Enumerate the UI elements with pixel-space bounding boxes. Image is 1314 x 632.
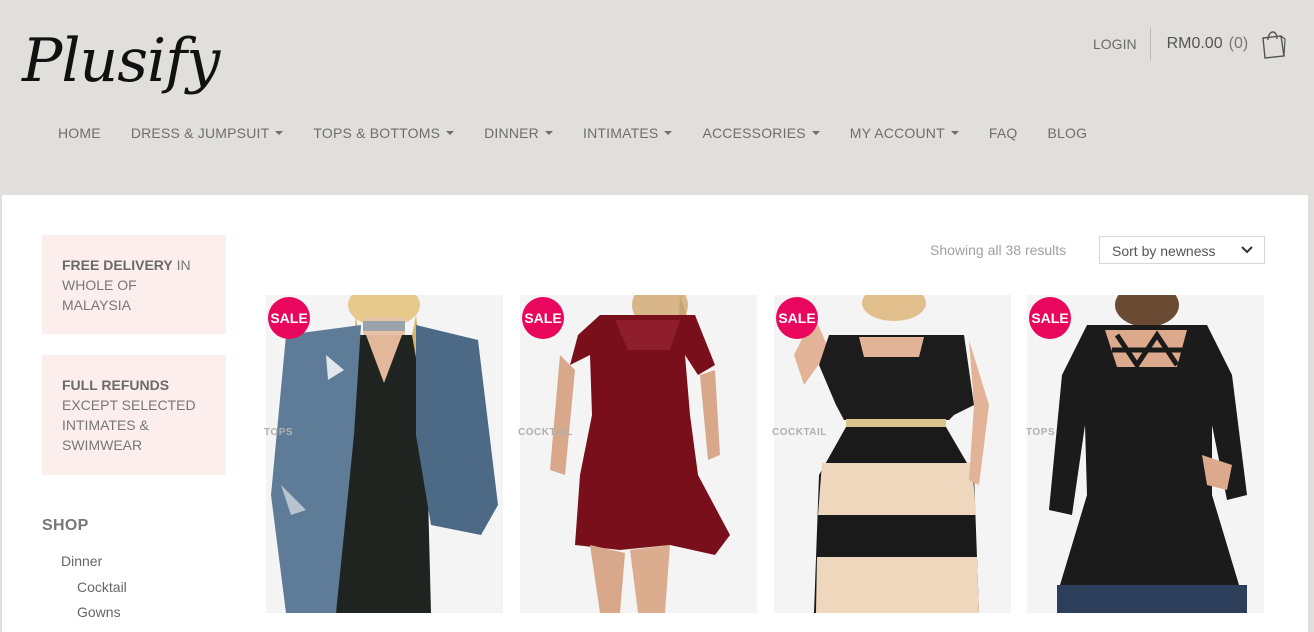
nav-home[interactable]: HOME <box>43 122 116 144</box>
cart-count: (0) <box>1228 35 1249 52</box>
product-image <box>266 295 503 613</box>
product-image <box>520 295 757 613</box>
promo-full-refunds: FULL REFUNDS EXCEPT SELECTED INTIMATES &… <box>42 355 226 475</box>
login-link[interactable]: LOGIN <box>1080 28 1151 60</box>
sale-badge: SALE <box>268 297 310 339</box>
product-category-label[interactable]: TOPS <box>264 427 293 438</box>
nav-label: BLOG <box>1047 125 1088 141</box>
chevron-down-icon <box>1241 246 1253 254</box>
nav-accessories[interactable]: ACCESSORIES <box>687 122 834 144</box>
promo-bold: FREE DELIVERY <box>62 257 173 273</box>
logo-text: Plusify <box>22 26 220 96</box>
category-link-gowns[interactable]: Gowns <box>77 604 121 620</box>
nav-dress-jumpsuit[interactable]: DRESS & JUMPSUIT <box>116 122 299 144</box>
site-logo[interactable]: Plusify <box>22 6 227 116</box>
product-category-label[interactable]: COCKTAIL <box>518 427 573 438</box>
product-card[interactable]: SALE <box>774 295 1011 613</box>
nav-tops-bottoms[interactable]: TOPS & BOTTOMS <box>298 122 469 144</box>
nav-my-account[interactable]: MY ACCOUNT <box>835 122 974 144</box>
caret-down-icon <box>950 131 959 135</box>
nav-label: TOPS & BOTTOMS <box>313 125 441 141</box>
sort-value: Sort by newness <box>1112 243 1216 259</box>
caret-down-icon <box>545 131 553 135</box>
nav-label: ACCESSORIES <box>702 125 806 141</box>
product-image <box>774 295 1011 613</box>
sort-select[interactable]: Sort by newness <box>1099 236 1265 264</box>
nav-label: HOME <box>58 125 101 141</box>
nav-faq[interactable]: FAQ <box>974 122 1033 144</box>
results-count: Showing all 38 results <box>930 242 1067 258</box>
cart-total: RM0.00 <box>1166 35 1223 52</box>
cart-link[interactable]: RM0.00 (0) <box>1151 28 1287 60</box>
nav-intimates[interactable]: INTIMATES <box>568 122 687 144</box>
product-card[interactable]: SALE <box>1027 295 1264 613</box>
caret-down-icon <box>275 131 284 135</box>
nav-label: MY ACCOUNT <box>849 125 945 141</box>
account-cart-bar: LOGIN RM0.00 (0) <box>1080 26 1286 62</box>
promo-bold: FULL REFUNDS <box>62 377 170 393</box>
category-link-dinner[interactable]: Dinner <box>61 553 102 569</box>
product-card[interactable]: SALE <box>266 295 503 613</box>
sale-badge: SALE <box>522 297 564 339</box>
nav-label: DRESS & JUMPSUIT <box>130 125 270 141</box>
shopping-bag-icon <box>1262 31 1286 59</box>
caret-down-icon <box>446 131 455 135</box>
promo-free-delivery: FREE DELIVERY IN WHOLE OF MALAYSIA <box>42 235 226 334</box>
product-image <box>1027 295 1264 613</box>
sale-badge: SALE <box>1029 297 1071 339</box>
product-card[interactable]: SALE <box>520 295 757 613</box>
category-link-cocktail[interactable]: Cocktail <box>77 579 127 595</box>
shop-heading: SHOP <box>42 517 89 534</box>
nav-label: INTIMATES <box>583 125 659 141</box>
promo-text: EXCEPT SELECTED INTIMATES & SWIMWEAR <box>62 397 196 453</box>
nav-label: FAQ <box>988 125 1018 141</box>
nav-blog[interactable]: BLOG <box>1032 122 1102 144</box>
main-nav: HOME DRESS & JUMPSUIT TOPS & BOTTOMS DIN… <box>43 122 1102 144</box>
caret-down-icon <box>664 131 673 135</box>
nav-label: DINNER <box>484 125 539 141</box>
site-header: Plusify LOGIN RM0.00 (0) HOME DRESS & JU… <box>0 0 1314 195</box>
product-category-label[interactable]: TOPS <box>1026 427 1055 438</box>
nav-dinner[interactable]: DINNER <box>469 122 568 144</box>
sale-badge: SALE <box>776 297 818 339</box>
shop-content: FREE DELIVERY IN WHOLE OF MALAYSIA FULL … <box>2 195 1308 632</box>
product-category-label[interactable]: COCKTAIL <box>772 427 827 438</box>
caret-down-icon <box>811 131 820 135</box>
